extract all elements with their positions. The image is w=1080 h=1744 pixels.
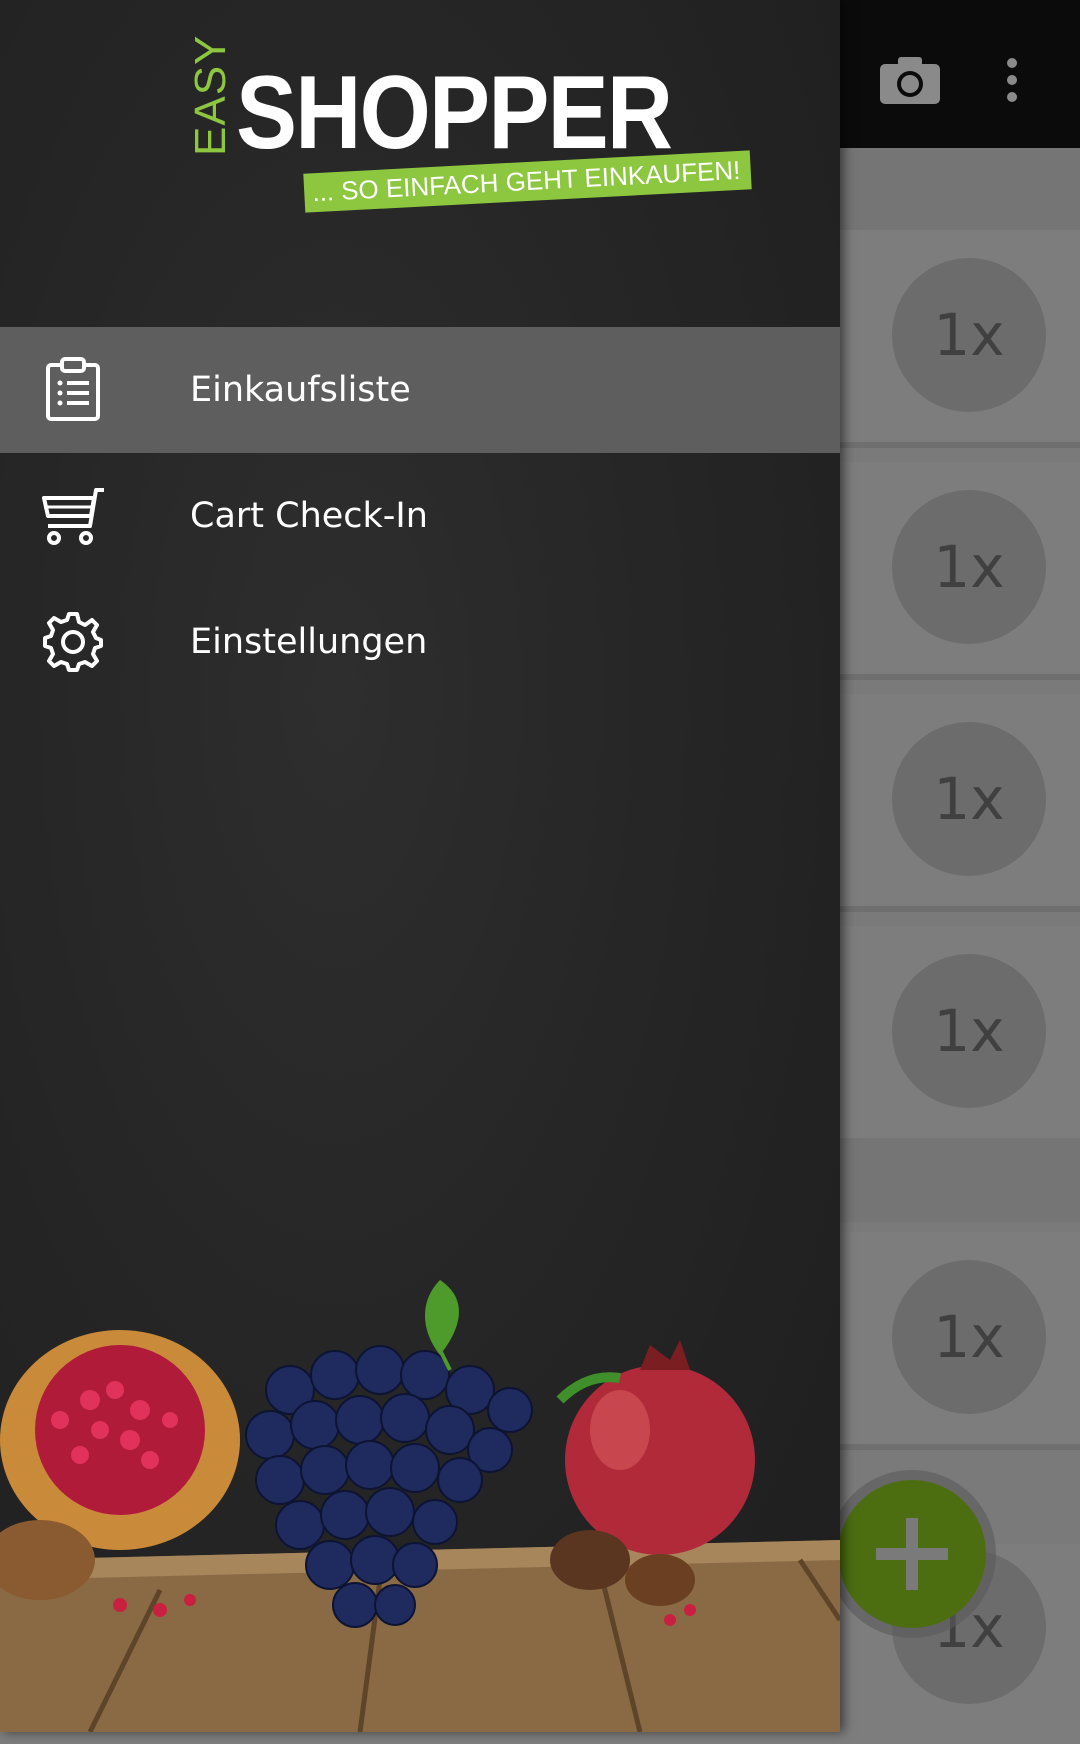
- quantity-badge[interactable]: 1x: [892, 490, 1046, 644]
- add-item-button[interactable]: [838, 1480, 986, 1628]
- nav-item-einstellungen[interactable]: Einstellungen: [0, 579, 840, 705]
- cart-icon: [40, 483, 106, 549]
- camera-icon[interactable]: [870, 40, 950, 120]
- nav-item-label: Cart Check-In: [190, 496, 428, 536]
- quantity-badge[interactable]: 1x: [892, 954, 1046, 1108]
- fruit-illustration: [0, 1280, 840, 1732]
- nav-item-label: Einkaufsliste: [190, 370, 411, 410]
- clipboard-list-icon: [40, 357, 106, 423]
- logo-shopper-text: SHOPPER: [236, 55, 673, 171]
- logo-easy-text: EASY: [186, 34, 235, 156]
- nav-item-label: Einstellungen: [190, 622, 428, 662]
- quantity-badge[interactable]: 1x: [892, 1260, 1046, 1414]
- gear-icon: [40, 609, 106, 675]
- navigation-drawer: EASY SHOPPER ... SO EINFACH GEHT EINKAUF…: [0, 0, 840, 1732]
- quantity-badge[interactable]: 1x: [892, 258, 1046, 412]
- nav-item-cart-check-in[interactable]: Cart Check-In: [0, 453, 840, 579]
- nav-item-einkaufsliste[interactable]: Einkaufsliste: [0, 327, 840, 453]
- plus-icon: [876, 1518, 948, 1590]
- drawer-header: EASY SHOPPER ... SO EINFACH GEHT EINKAUF…: [0, 0, 840, 327]
- more-vert-icon[interactable]: [982, 40, 1042, 120]
- easy-shopper-logo: EASY SHOPPER ... SO EINFACH GEHT EINKAUF…: [186, 35, 752, 216]
- quantity-badge[interactable]: 1x: [892, 722, 1046, 876]
